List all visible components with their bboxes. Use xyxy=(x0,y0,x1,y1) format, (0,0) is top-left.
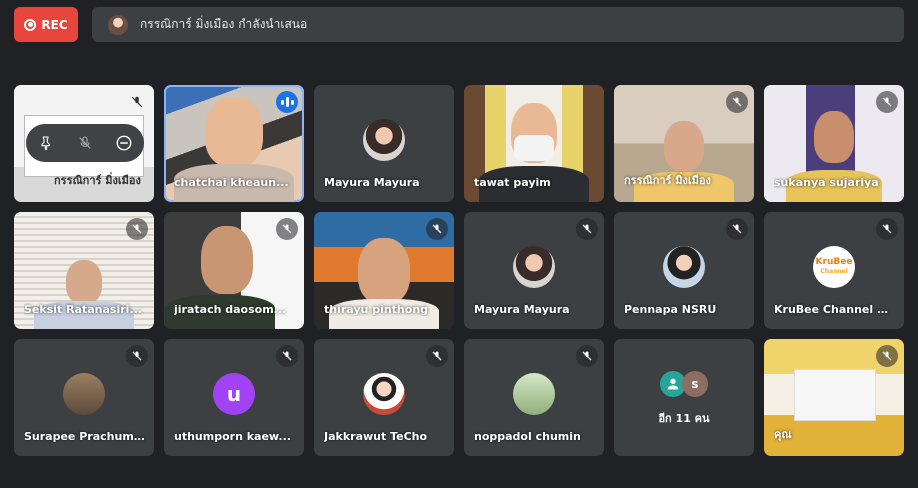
participant-name: Jakkrawut TeCho xyxy=(324,430,428,443)
participant-name: chatchai kheaun... xyxy=(174,176,289,189)
mic-off-icon xyxy=(126,345,148,367)
participant-name: คุณ xyxy=(774,428,792,441)
mic-off-icon xyxy=(876,345,898,367)
participant-tile[interactable]: thirayu pinthong xyxy=(314,212,454,329)
participant-name: uthumporn kaew... xyxy=(174,430,291,443)
participant-tile[interactable]: sukanya sujariya xyxy=(764,85,904,202)
participant-tile[interactable]: Seksit Ratanasiri... xyxy=(14,212,154,329)
participant-video xyxy=(814,111,854,163)
audio-level-icon xyxy=(276,91,298,113)
participant-tile[interactable]: tawat payim xyxy=(464,85,604,202)
participant-name: Mayura Mayura xyxy=(324,176,420,189)
mic-off-icon xyxy=(576,218,598,240)
mic-off-icon[interactable] xyxy=(72,130,98,156)
mic-off-icon xyxy=(576,345,598,367)
participant-video xyxy=(358,238,410,304)
mic-off-icon xyxy=(726,218,748,240)
avatar xyxy=(513,373,555,415)
participant-name: noppadol chumin xyxy=(474,430,581,443)
others-avatars: s xyxy=(660,371,708,397)
participant-tile[interactable]: noppadol chumin xyxy=(464,339,604,456)
face-mask xyxy=(514,135,554,161)
mic-off-icon xyxy=(726,91,748,113)
record-icon xyxy=(24,18,37,31)
participant-name: กรรณิการ์ มิ่งเมือง xyxy=(624,174,711,187)
mic-off-icon xyxy=(876,218,898,240)
participant-tile[interactable]: KruBee Channel KruBee Channel R... xyxy=(764,212,904,329)
avatar: u xyxy=(213,373,255,415)
mic-off-icon xyxy=(426,218,448,240)
minus-circle-icon[interactable] xyxy=(111,130,137,156)
participant-video xyxy=(664,121,704,171)
mic-off-icon xyxy=(126,91,148,113)
mic-off-icon xyxy=(276,218,298,240)
participant-tile[interactable]: กรรณิการ์ มิ่งเมือง xyxy=(614,85,754,202)
avatar: s xyxy=(682,371,708,397)
mic-off-icon xyxy=(126,218,148,240)
participant-tile[interactable]: Mayura Mayura xyxy=(464,212,604,329)
tile-hover-toolbar xyxy=(26,124,144,162)
presenter-avatar xyxy=(108,14,128,35)
presenter-banner[interactable]: กรรณิการ์ มิ่งเมือง กำลังนำเสนอ xyxy=(92,7,904,42)
participant-tile[interactable]: u uthumporn kaew... xyxy=(164,339,304,456)
avatar xyxy=(663,246,705,288)
others-count: อีก 11 คน xyxy=(658,412,710,425)
others-tile[interactable]: s อีก 11 คน xyxy=(614,339,754,456)
presenter-text: กรรณิการ์ มิ่งเมือง กำลังนำเสนอ xyxy=(140,17,308,31)
avatar xyxy=(363,119,405,161)
avatar xyxy=(63,373,105,415)
participant-tile[interactable]: Surapee Prachum... xyxy=(14,339,154,456)
mic-off-icon xyxy=(276,345,298,367)
self-video xyxy=(794,369,876,421)
avatar xyxy=(513,246,555,288)
participant-name: tawat payim xyxy=(474,176,551,189)
participant-name: กรรณิการ์ มิ่งเมือง xyxy=(54,174,141,187)
pin-icon[interactable] xyxy=(33,130,59,156)
participant-name: Mayura Mayura xyxy=(474,303,570,316)
krubee-logo: KruBee Channel xyxy=(813,246,855,288)
participant-tile[interactable]: Jakkrawut TeCho xyxy=(314,339,454,456)
participant-name: Seksit Ratanasiri... xyxy=(24,303,142,316)
rec-label: REC xyxy=(41,17,68,32)
participant-tile[interactable]: jiratach daosom... xyxy=(164,212,304,329)
participant-name: KruBee Channel R... xyxy=(774,303,896,316)
mic-off-icon xyxy=(426,345,448,367)
recording-indicator[interactable]: REC xyxy=(14,7,78,42)
logo-line1: KruBee xyxy=(815,257,853,267)
participant-video xyxy=(201,226,253,294)
participant-video xyxy=(66,260,102,304)
participant-name: jiratach daosom... xyxy=(174,303,287,316)
participant-name: sukanya sujariya xyxy=(774,176,879,189)
participant-name: thirayu pinthong xyxy=(324,303,429,316)
participant-tile[interactable]: Mayura Mayura xyxy=(314,85,454,202)
participant-video xyxy=(205,97,263,167)
participant-tile-active-speaker[interactable]: chatchai kheaun... xyxy=(164,85,304,202)
self-tile[interactable]: คุณ xyxy=(764,339,904,456)
logo-line2: Channel xyxy=(820,268,848,275)
participant-tile[interactable]: Pennapa NSRU xyxy=(614,212,754,329)
participant-name: Pennapa NSRU xyxy=(624,303,717,316)
avatar xyxy=(363,373,405,415)
mic-off-icon xyxy=(876,91,898,113)
participant-name: Surapee Prachum... xyxy=(24,430,146,443)
